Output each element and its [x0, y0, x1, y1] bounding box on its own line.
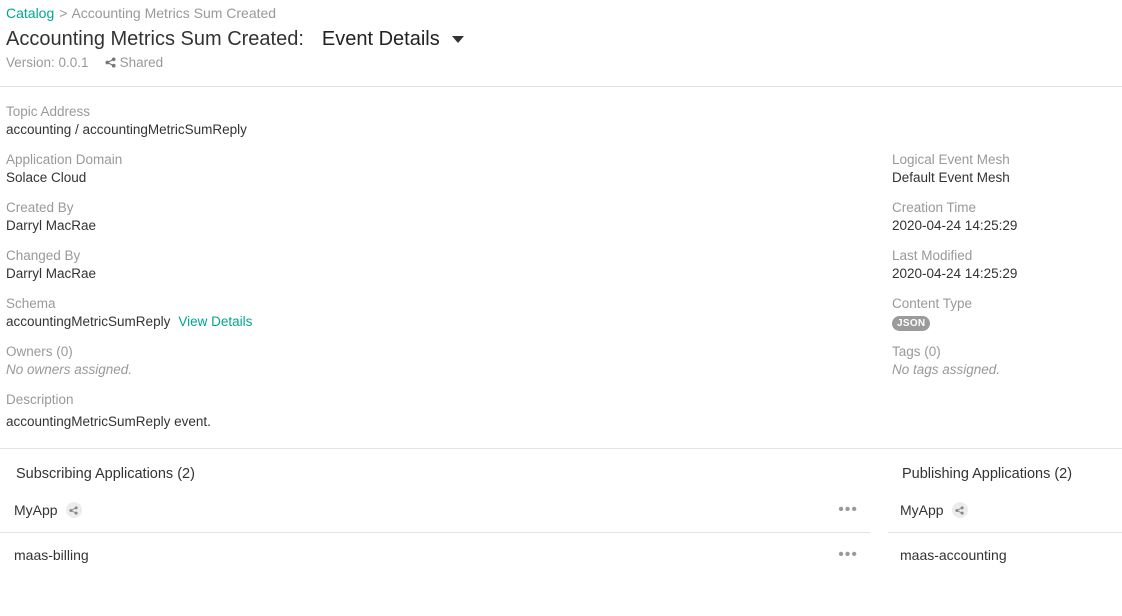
subscribing-app-row[interactable]: maas-billing ••• [0, 533, 870, 577]
owners-field: Owners (0) No owners assigned. [6, 343, 132, 380]
logical-event-mesh-label: Logical Event Mesh [892, 152, 1010, 167]
publishing-app-row[interactable]: MyApp [888, 488, 1122, 532]
share-icon [65, 502, 82, 518]
last-modified-label: Last Modified [892, 248, 973, 263]
content-type-value-row: JSON [892, 313, 972, 332]
changed-by-value: Darryl MacRae [6, 266, 97, 281]
share-icon [105, 57, 116, 68]
tags-label: Tags (0) [892, 344, 941, 359]
content-type-field: Content Type JSON [892, 295, 972, 332]
tags-field: Tags (0) No tags assigned. [892, 343, 1000, 380]
logical-event-mesh-field: Logical Event Mesh Default Event Mesh [892, 151, 1010, 188]
creation-time-value: 2020-04-24 14:25:29 [892, 218, 1018, 233]
schema-value: accountingMetricSumReply [6, 314, 171, 329]
title-row: Accounting Metrics Sum Created: Event De… [6, 26, 464, 52]
topic-address-field: Topic Address accounting / accountingMet… [6, 103, 247, 140]
view-selector-label: Event Details [321, 27, 440, 50]
subscribing-applications-title: Subscribing Applications (2) [16, 466, 195, 482]
schema-label: Schema [6, 296, 56, 311]
created-by-label: Created By [6, 200, 74, 215]
topic-address-value: accounting / accountingMetricSumReply [6, 122, 247, 137]
header-divider [0, 86, 1122, 87]
content-type-badge: JSON [892, 316, 931, 331]
app-name[interactable]: MyApp [900, 502, 944, 518]
topic-address-label: Topic Address [6, 104, 91, 119]
shared-indicator: Shared [105, 55, 164, 70]
app-name[interactable]: maas-billing [14, 547, 89, 563]
breadcrumb-current: Accounting Metrics Sum Created [71, 5, 277, 21]
created-by-field: Created By Darryl MacRae [6, 199, 96, 236]
logical-event-mesh-value: Default Event Mesh [892, 170, 1010, 185]
breadcrumb-catalog-link[interactable]: Catalog [6, 5, 54, 21]
page-title: Accounting Metrics Sum Created: [6, 27, 304, 50]
details-divider [0, 448, 1122, 449]
application-domain-field: Application Domain Solace Cloud [6, 151, 122, 188]
app-name[interactable]: MyApp [14, 502, 58, 518]
changed-by-field: Changed By Darryl MacRae [6, 247, 96, 284]
schema-value-row: accountingMetricSumReply View Details [6, 313, 252, 332]
application-domain-label: Application Domain [6, 152, 123, 167]
schema-field: Schema accountingMetricSumReply View Deta… [6, 295, 252, 332]
view-selector-dropdown[interactable]: Event Details [322, 28, 464, 51]
content-type-label: Content Type [892, 296, 973, 311]
more-horizontal-icon[interactable]: ••• [838, 546, 858, 564]
more-horizontal-icon[interactable]: ••• [838, 501, 858, 519]
last-modified-field: Last Modified 2020-04-24 14:25:29 [892, 247, 1017, 284]
changed-by-label: Changed By [6, 248, 81, 263]
last-modified-value: 2020-04-24 14:25:29 [892, 266, 1018, 281]
breadcrumb-separator: > [59, 5, 68, 21]
shared-label: Shared [119, 55, 164, 70]
owners-value: No owners assigned. [6, 362, 133, 377]
meta-row: Version: 0.0.1 Shared [6, 55, 163, 70]
publishing-app-row[interactable]: maas-accounting [888, 533, 1122, 577]
description-label: Description [6, 392, 74, 407]
caret-down-icon [451, 35, 464, 43]
view-schema-details-link[interactable]: View Details [178, 314, 252, 329]
created-by-value: Darryl MacRae [6, 218, 97, 233]
application-domain-value: Solace Cloud [6, 170, 87, 185]
creation-time-label: Creation Time [892, 200, 977, 215]
owners-label: Owners (0) [6, 344, 73, 359]
app-name[interactable]: maas-accounting [900, 547, 1007, 563]
breadcrumb: Catalog > Accounting Metrics Sum Created [6, 5, 276, 21]
description-field: Description accountingMetricSumReply eve… [6, 391, 211, 432]
description-value: accountingMetricSumReply event. [6, 414, 211, 429]
tags-value: No tags assigned. [892, 362, 1001, 377]
creation-time-field: Creation Time 2020-04-24 14:25:29 [892, 199, 1017, 236]
share-icon [951, 502, 968, 518]
subscribing-app-row[interactable]: MyApp ••• [0, 488, 870, 532]
version-label: Version: 0.0.1 [6, 55, 89, 70]
publishing-applications-title: Publishing Applications (2) [902, 466, 1073, 482]
